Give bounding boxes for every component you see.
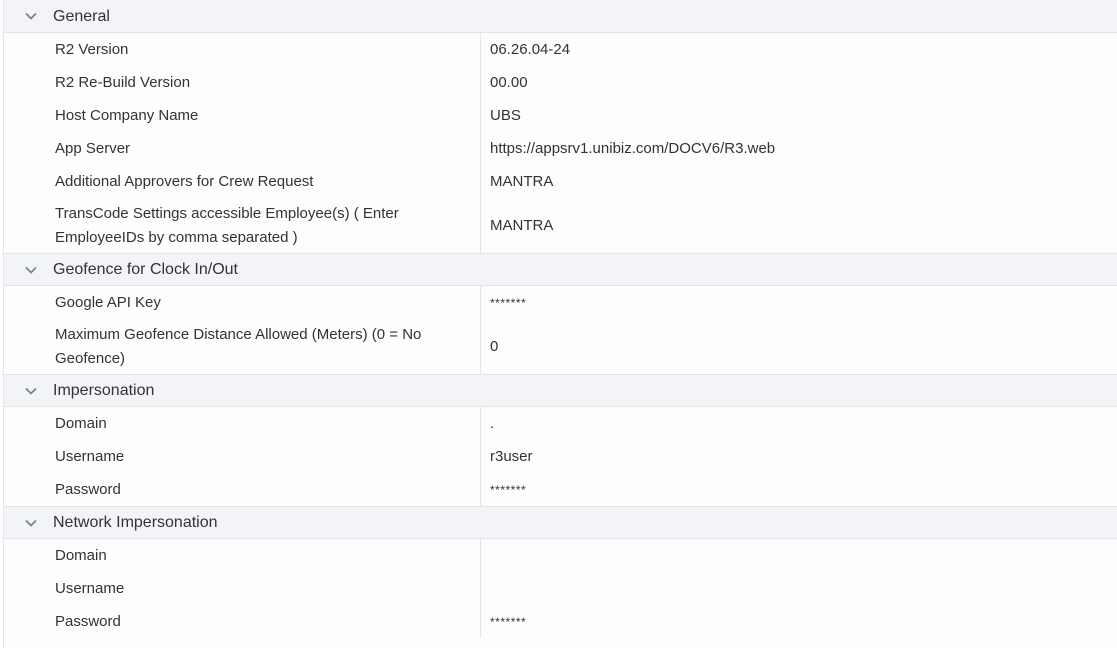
section-header-general[interactable]: General [4,0,1117,33]
property-value[interactable]: ******* [481,291,1117,315]
property-row[interactable]: Password ******* [4,473,1117,506]
property-label: R2 Version [4,33,481,66]
property-label: Google API Key [4,286,481,319]
property-row[interactable]: Maximum Geofence Distance Allowed (Meter… [4,319,1117,374]
section-title: Impersonation [53,382,155,399]
property-value[interactable]: ******* [481,610,1117,634]
property-label: Username [4,440,481,473]
property-row[interactable]: Host Company Name UBS [4,99,1117,132]
property-label: R2 Re-Build Version [4,66,481,99]
property-value[interactable]: ******* [481,478,1117,502]
chevron-down-icon[interactable] [24,516,38,530]
property-label: Password [4,605,481,638]
property-row[interactable]: Additional Approvers for Crew Request MA… [4,165,1117,198]
property-label: Password [4,473,481,506]
property-value[interactable]: 06.26.04-24 [481,38,1117,62]
chevron-down-icon[interactable] [24,263,38,277]
property-value[interactable]: r3user [481,445,1117,469]
property-value[interactable]: https://appsrv1.unibiz.com/DOCV6/R3.web [481,137,1117,161]
property-row[interactable]: Domain [4,539,1117,572]
property-value[interactable]: 00.00 [481,71,1117,95]
property-row[interactable]: Username r3user [4,440,1117,473]
section-title: Network Impersonation [53,514,218,531]
property-row[interactable]: App Server https://appsrv1.unibiz.com/DO… [4,132,1117,165]
property-label: Username [4,572,481,605]
property-row[interactable]: R2 Re-Build Version 00.00 [4,66,1117,99]
property-row[interactable]: Domain . [4,407,1117,440]
property-value[interactable]: UBS [481,104,1117,128]
property-label: Domain [4,407,481,440]
property-grid: General R2 Version 06.26.04-24 R2 Re-Bui… [3,0,1117,648]
section-header-network-impersonation[interactable]: Network Impersonation [4,506,1117,539]
chevron-down-icon[interactable] [24,384,38,398]
property-label: Host Company Name [4,99,481,132]
property-row[interactable]: R2 Version 06.26.04-24 [4,33,1117,66]
property-value[interactable]: 0 [481,335,1117,359]
property-label: Domain [4,539,481,572]
property-label: TransCode Settings accessible Employee(s… [4,198,481,253]
property-label: App Server [4,132,481,165]
section-title: Geofence for Clock In/Out [53,261,238,278]
chevron-down-icon[interactable] [24,9,38,23]
section-header-geofence[interactable]: Geofence for Clock In/Out [4,253,1117,286]
property-value[interactable]: . [481,412,1117,436]
property-row[interactable]: TransCode Settings accessible Employee(s… [4,198,1117,253]
section-header-impersonation[interactable]: Impersonation [4,374,1117,407]
property-label: Additional Approvers for Crew Request [4,165,481,198]
property-row[interactable]: Username [4,572,1117,605]
property-value[interactable]: MANTRA [481,170,1117,194]
property-value[interactable]: MANTRA [481,214,1117,238]
property-label: Maximum Geofence Distance Allowed (Meter… [4,319,481,374]
property-row[interactable]: Google API Key ******* [4,286,1117,319]
property-row[interactable]: Password ******* [4,605,1117,638]
section-title: General [53,7,110,25]
